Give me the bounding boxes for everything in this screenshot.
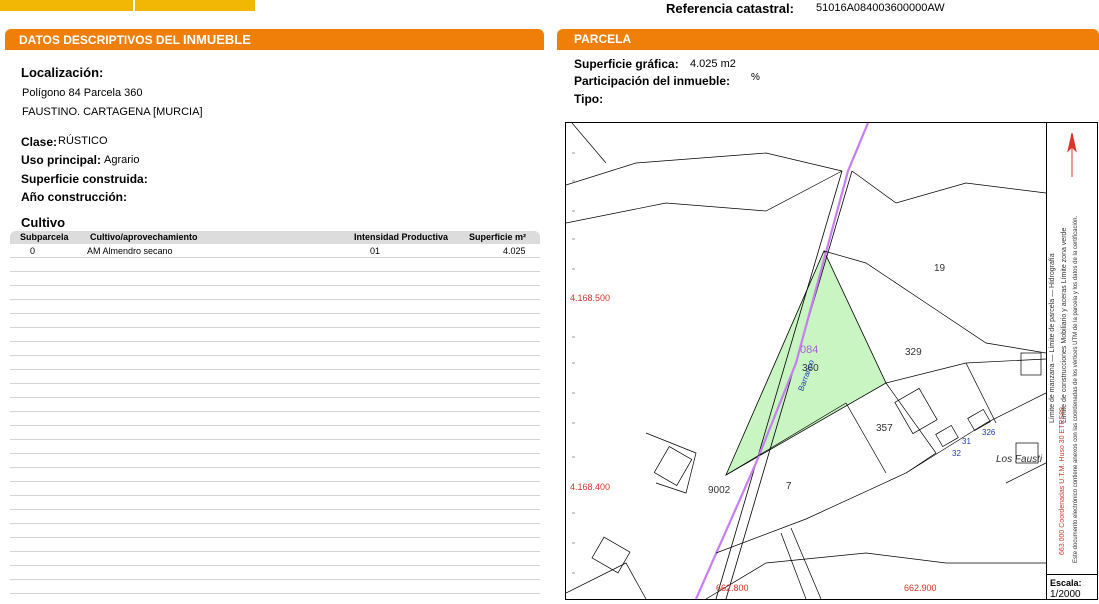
cultivo-table-header: Subparcela Cultivo/aprovechamiento Inten… — [10, 231, 540, 244]
clase-value: RÚSTICO — [58, 135, 108, 147]
coord-x-662900: 662.900 — [904, 583, 937, 593]
parcel-357-label: 357 — [876, 423, 893, 434]
legend-line2: Límite de manzana — Límite de parcela — … — [1049, 253, 1056, 423]
poligono-label: 084 — [800, 344, 819, 356]
th-intensidad: Intensidad Productiva — [354, 232, 449, 242]
superficie-grafica-label: Superficie gráfica: — [574, 57, 679, 71]
parcel-9002-label: 9002 — [708, 485, 731, 496]
house-31-label: 31 — [962, 437, 971, 446]
coord-y-4168400: 4.168.400 — [570, 482, 611, 492]
tipo-label: Tipo: — [574, 92, 604, 106]
cell-subparcela: 0 — [30, 246, 36, 256]
cell-superficie: 4.025 — [503, 246, 526, 256]
parcel-map: 084 360 Barranco 19 329 357 7 9002 Los F… — [565, 122, 1098, 600]
uso-value: Agrario — [104, 154, 140, 166]
localizacion-line1: Polígono 84 Parcela 360 — [22, 87, 143, 99]
superficie-construida-label: Superficie construida: — [21, 172, 148, 186]
anio-construccion-label: Año construcción: — [21, 190, 128, 204]
cell-intensidad: 01 — [370, 246, 381, 256]
house-326-label: 326 — [982, 428, 996, 437]
referencia-label: Referencia catastral: — [666, 1, 794, 16]
escala-label: Escala: — [1050, 578, 1082, 588]
parcela-section-header: PARCELA — [557, 29, 1099, 50]
uso-label: Uso principal: — [21, 153, 102, 167]
parcel-19-label: 19 — [934, 263, 946, 274]
map-legend-panel: 663.000 Coordenadas U.T.M. Huso 30 ETRS8… — [1046, 123, 1098, 599]
localizacion-line2: FAUSTINO. CARTAGENA [MURCIA] — [22, 106, 203, 118]
datos-title-b: INMUEBLE — [183, 32, 251, 47]
legend-line1: 663.000 Coordenadas U.T.M. Huso 30 ETRS8… — [1059, 407, 1066, 555]
participacion-label: Participación del inmueble: — [574, 74, 731, 88]
escala-value: 1/2000 — [1050, 589, 1081, 600]
cultivo-table-body — [10, 244, 540, 604]
top-brand-strip — [0, 0, 255, 11]
house-32-label: 32 — [952, 449, 961, 458]
coord-y-4168500: 4.168.500 — [570, 293, 611, 303]
localizacion-label: Localización: — [21, 65, 104, 80]
cultivo-title: Cultivo — [21, 215, 66, 230]
los-fausti-label: Los Fausti — [996, 454, 1043, 465]
datos-title-a: DATOS DESCRIPTIVOS DEL — [19, 33, 184, 47]
datos-section-header: DATOS DESCRIPTIVOS DEL INMUEBLE — [5, 29, 544, 50]
referencia-value: 51016A084003600000AW — [816, 2, 945, 14]
superficie-grafica-value: 4.025 m2 — [690, 58, 736, 70]
th-subparcela: Subparcela — [20, 232, 69, 242]
th-superficie: Superficie m² — [469, 232, 527, 242]
th-cultivo: Cultivo/aprovechamiento — [90, 232, 198, 242]
cell-cultivo: AM Almendro secano — [87, 246, 173, 256]
clase-label: Clase: — [21, 135, 58, 149]
parcel-329-label: 329 — [905, 347, 922, 358]
parcel-7-label: 7 — [786, 481, 792, 492]
participacion-value: % — [751, 72, 760, 83]
legend-line3: Límite de construcciones Mobiliario y ac… — [1061, 227, 1068, 423]
legend-line4: Este documento electrónico contiene anex… — [1073, 215, 1079, 563]
coord-x-662800: 662.800 — [716, 583, 749, 593]
north-arrow-icon — [1067, 133, 1077, 177]
